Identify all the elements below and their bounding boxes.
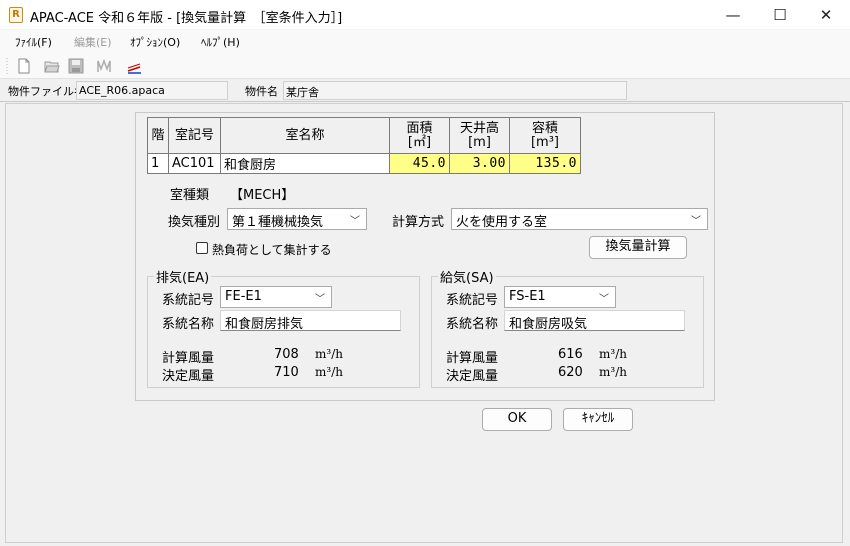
header-floor: 階: [147, 117, 169, 154]
exhaust-calc-flow-unit: m³/h: [315, 347, 343, 361]
table-row[interactable]: 1 AC101 和食厨房 45.0 3.00 135.0: [147, 153, 581, 174]
exhaust-system-code-label: 系統記号: [162, 293, 215, 308]
save-icon[interactable]: [68, 58, 84, 74]
table-header-row: 階 室記号 室名称 面積 [㎡] 天井高 [m] 容積 [m³]: [147, 117, 581, 154]
supply-decided-flow-value: 620: [558, 365, 583, 380]
supply-system-code-select[interactable]: FS-E1 ﹀: [504, 286, 616, 308]
maximize-button[interactable]: ☐: [757, 0, 803, 30]
vent-type-value: 第１種機械換気: [232, 215, 324, 230]
supply-calc-flow-unit: m³/h: [599, 347, 627, 361]
file-name-field: ACE_R06.apaca: [76, 81, 228, 100]
header-room-name: 室名称: [220, 117, 390, 154]
exhaust-decided-flow-label: 決定風量: [162, 369, 215, 384]
menu-edit[interactable]: 編集(E): [74, 34, 112, 50]
supply-calc-flow-value: 616: [558, 347, 583, 362]
header-area: 面積 [㎡]: [389, 117, 450, 154]
exhaust-decided-flow-value: 710: [274, 365, 299, 380]
toolbar-grip-icon: [6, 58, 8, 74]
file-info-bar: 物件ファイル名 ACE_R06.apaca 物件名 某庁舎: [0, 79, 850, 102]
cell-floor[interactable]: 1: [147, 153, 169, 174]
title-bar: R APAC-ACE 令和６年版 - [換気量計算 ［室条件入力］] — ☐ ✕: [0, 0, 850, 30]
room-table: 階 室記号 室名称 面積 [㎡] 天井高 [m] 容積 [m³] 1 AC101…: [147, 117, 581, 174]
header-ceiling: 天井高 [m]: [449, 117, 510, 154]
window-title: APAC-ACE 令和６年版 - [換気量計算 ［室条件入力］]: [30, 11, 343, 26]
header-area-unit: [㎡]: [407, 134, 432, 150]
supply-decided-flow-unit: m³/h: [599, 365, 627, 379]
cell-room-name[interactable]: 和食厨房: [220, 153, 390, 174]
close-button[interactable]: ✕: [803, 0, 849, 30]
header-volume: 容積 [m³]: [509, 117, 581, 154]
chevron-down-icon: ﹀: [599, 294, 609, 305]
property-name-field: 某庁舎: [283, 81, 627, 100]
exhaust-decided-flow-unit: m³/h: [315, 365, 343, 379]
minimize-button[interactable]: —: [710, 0, 756, 30]
chevron-down-icon: ﹀: [315, 294, 325, 305]
supply-system-name-label: 系統名称: [446, 317, 499, 332]
supply-system-code-value: FS-E1: [509, 289, 546, 304]
vent-type-select[interactable]: 第１種機械換気 ﹀: [227, 208, 367, 230]
cell-ceiling[interactable]: 3.00: [449, 153, 510, 174]
header-volume-label: 容積: [531, 120, 558, 136]
property-name-label: 物件名: [245, 85, 278, 98]
chevron-down-icon: ﹀: [350, 216, 360, 227]
header-room-code: 室記号: [168, 117, 221, 154]
heat-load-checkbox[interactable]: [196, 242, 208, 254]
calc-ventilation-button[interactable]: 換気量計算: [589, 236, 687, 259]
app-icon: R: [9, 7, 23, 23]
cell-volume[interactable]: 135.0: [509, 153, 581, 174]
chevron-down-icon: ﹀: [691, 216, 701, 227]
calc-method-value: 火を使用する室: [456, 215, 548, 230]
exhaust-system-code-select[interactable]: FE-E1 ﹀: [220, 286, 332, 308]
vent-type-label: 換気種別: [168, 215, 221, 230]
toolbar: [0, 52, 850, 79]
exhaust-group-title: 排気(EA): [154, 267, 212, 286]
menu-bar: ﾌｧｲﾙ(F) 編集(E) ｵﾌﾟｼｮﾝ(O) ﾍﾙﾌﾟ(H): [0, 30, 850, 52]
header-ceiling-unit: [m]: [468, 134, 491, 150]
supply-system-name-input[interactable]: 和食厨房吸気: [504, 310, 685, 332]
menu-option[interactable]: ｵﾌﾟｼｮﾝ(O): [130, 34, 180, 50]
exhaust-system-code-value: FE-E1: [225, 289, 262, 304]
cell-room-code[interactable]: AC101: [168, 153, 221, 174]
room-type-label: 室種類: [170, 188, 210, 203]
chart-icon[interactable]: [126, 58, 142, 74]
cell-area[interactable]: 45.0: [389, 153, 450, 174]
calc-method-label: 計算方式: [392, 215, 445, 230]
header-area-label: 面積: [406, 120, 433, 136]
supply-system-code-label: 系統記号: [446, 293, 499, 308]
ok-button[interactable]: OK: [482, 408, 552, 431]
calc-icon[interactable]: [96, 58, 112, 74]
exhaust-system-name-label: 系統名称: [162, 317, 215, 332]
file-name-label: 物件ファイル名: [8, 85, 85, 98]
header-ceiling-label: 天井高: [459, 120, 499, 136]
heat-load-label: 熱負荷として集計する: [212, 243, 332, 257]
cancel-button[interactable]: ｷｬﾝｾﾙ: [563, 408, 633, 431]
exhaust-system-name-input[interactable]: 和食厨房排気: [220, 310, 401, 332]
open-folder-icon[interactable]: [44, 58, 60, 74]
menu-help[interactable]: ﾍﾙﾌﾟ(H): [201, 34, 240, 50]
calc-method-select[interactable]: 火を使用する室 ﹀: [451, 208, 708, 230]
supply-calc-flow-label: 計算風量: [446, 351, 499, 366]
new-file-icon[interactable]: [16, 58, 32, 74]
menu-file[interactable]: ﾌｧｲﾙ(F): [15, 34, 52, 50]
exhaust-calc-flow-value: 708: [274, 347, 299, 362]
header-volume-unit: [m³]: [530, 134, 560, 150]
supply-group-title: 給気(SA): [438, 267, 496, 286]
exhaust-calc-flow-label: 計算風量: [162, 351, 215, 366]
room-type-value: 【MECH】: [230, 188, 295, 203]
supply-decided-flow-label: 決定風量: [446, 369, 499, 384]
